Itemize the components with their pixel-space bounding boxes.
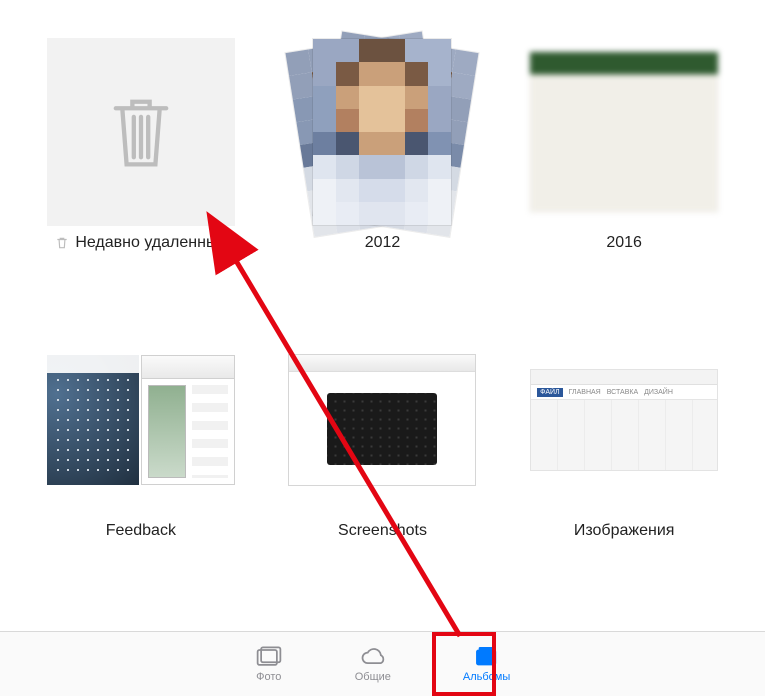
album-recently-deleted[interactable]: Недавно удаленные <box>28 38 254 298</box>
album-label: Изображения <box>574 522 675 540</box>
album-thumbnail <box>530 38 718 226</box>
album-label-row: 2012 <box>365 234 401 252</box>
album-images[interactable]: ФАЙЛГЛАВНАЯВСТАВКАДИЗАЙН Изображения <box>511 326 737 586</box>
trash-icon <box>55 236 69 250</box>
album-label: 2016 <box>606 234 642 252</box>
album-label-row: Изображения <box>574 522 675 540</box>
tab-albums[interactable]: Альбомы <box>463 645 510 683</box>
album-thumbnail <box>288 38 476 226</box>
album-label-row: Screenshots <box>338 522 427 540</box>
album-label-row: 2016 <box>606 234 642 252</box>
album-thumbnail: ФАЙЛГЛАВНАЯВСТАВКАДИЗАЙН <box>530 326 718 514</box>
cloud-icon <box>359 645 387 669</box>
tab-label: Альбомы <box>463 671 510 683</box>
album-label: Feedback <box>106 522 176 540</box>
album-label: Недавно удаленные <box>75 234 226 252</box>
album-2016[interactable]: 2016 <box>511 38 737 298</box>
album-label-row: Недавно удаленные <box>55 234 226 252</box>
album-feedback[interactable]: Feedback <box>28 326 254 586</box>
photos-app-albums-screen: Недавно удаленные 2012 2016 <box>0 0 765 696</box>
tab-photos[interactable]: Фото <box>255 645 283 683</box>
album-2012[interactable]: 2012 <box>270 38 496 298</box>
tab-shared[interactable]: Общие <box>355 645 391 683</box>
albums-grid: Недавно удаленные 2012 2016 <box>0 0 765 586</box>
tab-label: Общие <box>355 671 391 683</box>
albums-icon <box>473 645 501 669</box>
album-thumbnail <box>47 326 235 514</box>
album-thumbnail <box>288 326 476 514</box>
album-label: Screenshots <box>338 522 427 540</box>
album-screenshots[interactable]: Screenshots <box>270 326 496 586</box>
trash-icon <box>105 91 177 173</box>
tab-label: Фото <box>256 671 281 683</box>
bottom-tab-bar: Фото Общие Альбомы <box>0 631 765 696</box>
photos-icon <box>255 645 283 669</box>
album-label-row: Feedback <box>106 522 176 540</box>
album-label: 2012 <box>365 234 401 252</box>
album-thumbnail <box>47 38 235 226</box>
